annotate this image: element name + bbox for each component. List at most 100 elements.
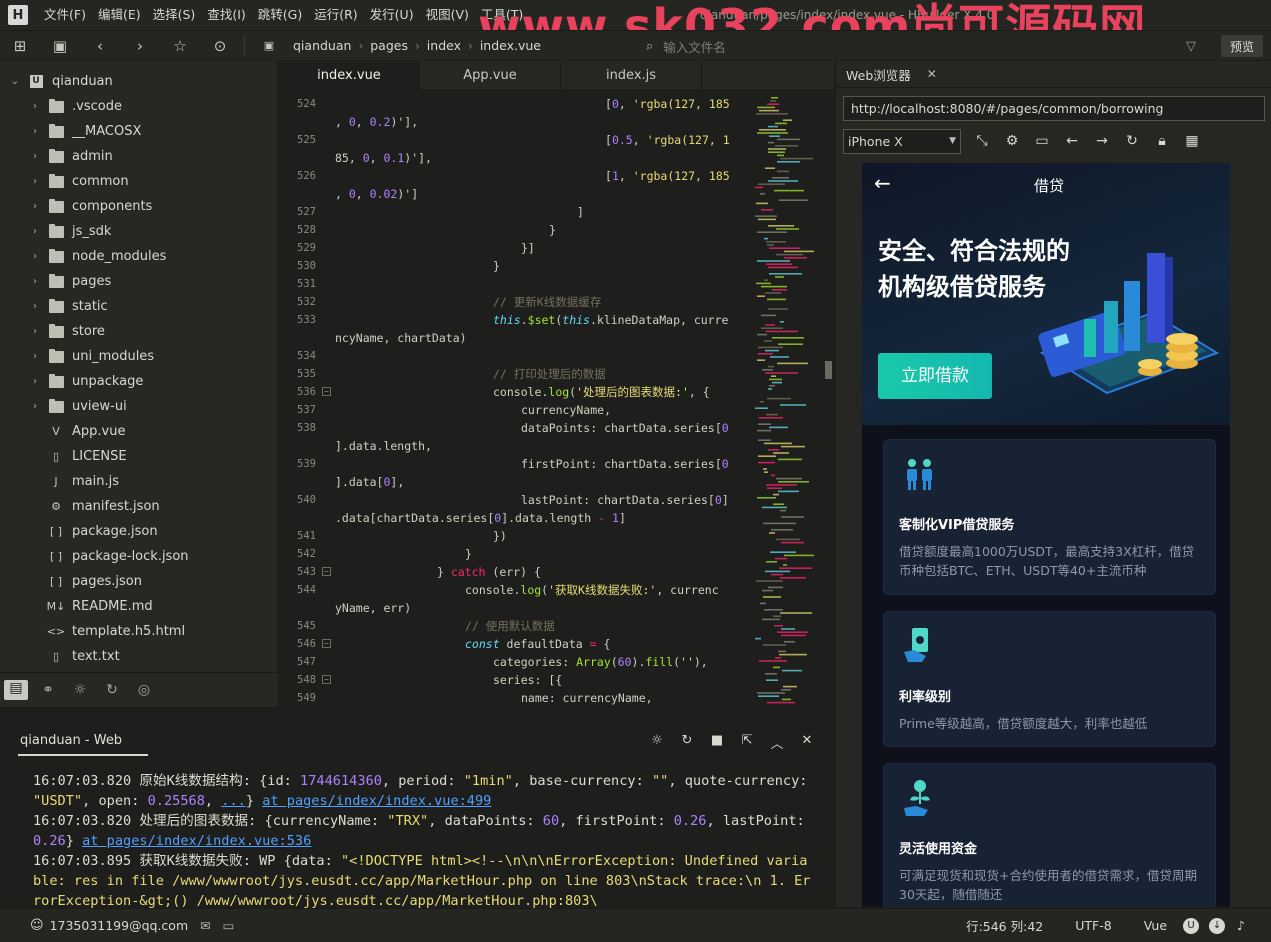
tree-folder[interactable]: › __MACOSX	[0, 119, 277, 144]
preview-button[interactable]: 预览	[1221, 35, 1263, 57]
code-line[interactable]: 535 // 打印处理后的数据	[279, 365, 749, 383]
tree-file[interactable]: [ ] pages.json	[0, 569, 277, 594]
code-line[interactable]: 541})	[279, 527, 749, 545]
bell-icon[interactable]: ♪	[1237, 918, 1245, 933]
menu-run[interactable]: 运行(R)	[308, 0, 363, 30]
tree-root[interactable]: ⌄ Uqianduan	[0, 69, 277, 94]
code-line[interactable]: 545 // 使用默认数据	[279, 617, 749, 635]
tree-folder[interactable]: › store	[0, 319, 277, 344]
tree-file[interactable]: M↓ README.md	[0, 594, 277, 619]
tab-index-js[interactable]: index.js	[561, 61, 702, 91]
lock-icon[interactable]: 🔒︎	[1147, 133, 1177, 149]
breadcrumb-root[interactable]: qianduan	[293, 38, 351, 53]
hbuilder-icon[interactable]: U	[1183, 917, 1200, 934]
code-line[interactable]: 533 this.$set(this.klineDataMap, curre	[279, 311, 749, 329]
notification-icon[interactable]: ✉	[200, 918, 210, 933]
tree-file[interactable]: ⚙ manifest.json	[0, 494, 277, 519]
borrow-now-button[interactable]: 立即借款	[878, 353, 992, 399]
code-line[interactable]: 528}	[279, 221, 749, 239]
tree-folder[interactable]: › components	[0, 194, 277, 219]
tree-folder[interactable]: › pages	[0, 269, 277, 294]
code-line[interactable]: 525 [0.5, 'rgba(127, 1	[279, 131, 749, 149]
save-icon[interactable]: ▣	[47, 33, 73, 59]
tree-file[interactable]: [ ] package-lock.json	[0, 544, 277, 569]
console-tab[interactable]: qianduan - Web	[20, 733, 122, 748]
code-line[interactable]: 530}	[279, 257, 749, 275]
tree-folder[interactable]: › unpackage	[0, 369, 277, 394]
tree-file[interactable]: V App.vue	[0, 419, 277, 444]
debug-icon[interactable]: ☼	[64, 682, 96, 698]
qrcode-icon[interactable]: ▦	[1177, 133, 1207, 149]
menu-goto[interactable]: 跳转(G)	[252, 0, 308, 30]
refresh-icon[interactable]: ↻	[1117, 133, 1147, 149]
encoding[interactable]: UTF-8	[1075, 918, 1111, 933]
feature-card[interactable]: 客制化VIP借贷服务 借贷额度最高1000万USDT，最高支持3X杠杆，借贷币种…	[883, 439, 1216, 595]
tree-folder[interactable]: › js_sdk	[0, 219, 277, 244]
back-arrow-icon[interactable]: ←	[1057, 133, 1087, 149]
code-line[interactable]: , 0, 0.02)']	[279, 185, 749, 203]
menu-view[interactable]: 视图(V)	[420, 0, 475, 30]
breadcrumb-index[interactable]: index	[427, 38, 461, 53]
code-line[interactable]: 85, 0, 0.1)'],	[279, 149, 749, 167]
code-line[interactable]: 534	[279, 347, 749, 365]
code-line[interactable]: 527]	[279, 203, 749, 221]
tree-file[interactable]: ▯ text.txt	[0, 644, 277, 669]
code-line[interactable]: 526 [1, 'rgba(127, 185	[279, 167, 749, 185]
console-icon[interactable]: ▭	[1027, 133, 1057, 149]
gear-icon[interactable]: ⚙	[997, 133, 1027, 149]
vertical-scrollbar[interactable]	[825, 361, 832, 379]
cloud-icon[interactable]: ◎	[128, 682, 160, 698]
tree-file[interactable]: Jmain.js	[0, 469, 277, 494]
code-line[interactable]: ncyName, chartData)	[279, 329, 749, 347]
terminal-icon[interactable]: ▭	[223, 918, 235, 933]
language-mode[interactable]: Vue	[1144, 918, 1167, 933]
code-line[interactable]: 547 categories: Array(60).fill(''),	[279, 653, 749, 671]
stop-icon[interactable]: ■	[702, 733, 732, 752]
code-line[interactable]: 524 [0, 'rgba(127, 185	[279, 95, 749, 113]
code-line[interactable]: .data[chartData.series[0].data.length - …	[279, 509, 749, 527]
download-icon[interactable]: ↓	[1209, 917, 1226, 934]
code-line[interactable]: 532 // 更新K线数据缓存	[279, 293, 749, 311]
breadcrumb-pages[interactable]: pages	[370, 38, 408, 53]
feature-card[interactable]: 灵活使用资金 可满足现货和现货+合约使用者的借贷需求，借贷周期30天起，随借随还	[883, 763, 1216, 907]
code-line[interactable]: 548− series: [{	[279, 671, 749, 689]
menu-file[interactable]: 文件(F)	[38, 0, 92, 30]
code-line[interactable]: 536− console.log('处理后的图表数据:', {	[279, 383, 749, 401]
fold-toggle-icon[interactable]: −	[322, 387, 331, 396]
code-line[interactable]: 546− const defaultData = {	[279, 635, 749, 653]
tree-file[interactable]: [ ] package.json	[0, 519, 277, 544]
export-icon[interactable]: ⇱	[732, 733, 762, 752]
fold-toggle-icon[interactable]: −	[322, 675, 331, 684]
restart-icon[interactable]: ↻	[672, 733, 702, 752]
file-search-input[interactable]: ⌕ 输入文件名 ▽	[646, 31, 1206, 61]
forward-arrow-icon[interactable]: →	[1087, 133, 1117, 149]
tab-index-vue[interactable]: index.vue	[279, 61, 420, 91]
new-file-icon[interactable]: ⊞	[7, 33, 33, 59]
explorer-icon[interactable]: ▤	[4, 679, 28, 700]
code-line[interactable]: 542}	[279, 545, 749, 563]
tree-folder[interactable]: › static	[0, 294, 277, 319]
account-label[interactable]: 1735031199@qq.com	[50, 918, 189, 933]
feature-card[interactable]: 利率级别 Prime等级越高，借贷额度越大，利率也越低	[883, 611, 1216, 747]
code-line[interactable]: 529}]	[279, 239, 749, 257]
filter-icon[interactable]: ▽	[1186, 39, 1196, 54]
run-icon[interactable]: ⊙	[207, 33, 233, 59]
tab-app-vue[interactable]: App.vue	[420, 61, 561, 91]
clear-icon[interactable]: ✕	[792, 733, 822, 752]
plugins-icon[interactable]: ⚭	[32, 682, 64, 698]
star-icon[interactable]: ☆	[167, 33, 193, 59]
tree-file[interactable]: ▯ LICENSE	[0, 444, 277, 469]
code-line[interactable]: 537 currencyName,	[279, 401, 749, 419]
chevron-up-icon[interactable]: ︿	[762, 733, 792, 752]
url-input[interactable]: http://localhost:8080/#/pages/common/bor…	[843, 96, 1265, 121]
close-icon[interactable]: ✕	[927, 67, 937, 81]
git-icon[interactable]: ↻	[96, 682, 128, 698]
browser-tab[interactable]: Web浏览器 ✕	[836, 61, 1271, 88]
code-line[interactable]: yName, err)	[279, 599, 749, 617]
menu-edit[interactable]: 编辑(E)	[92, 0, 147, 30]
code-line[interactable]: 538 dataPoints: chartData.series[0	[279, 419, 749, 437]
tree-folder[interactable]: › uni_modules	[0, 344, 277, 369]
tree-folder[interactable]: › common	[0, 169, 277, 194]
code-line[interactable]: 531	[279, 275, 749, 293]
minimap[interactable]	[753, 95, 823, 707]
